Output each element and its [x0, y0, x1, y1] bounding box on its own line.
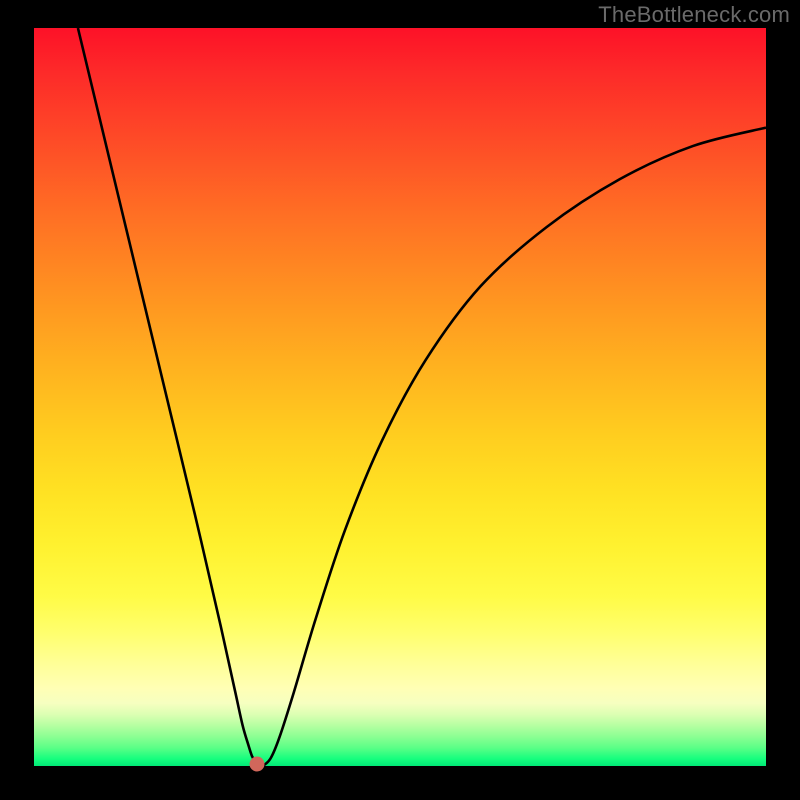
- curve-svg: [34, 28, 766, 766]
- curve-path: [78, 28, 766, 766]
- curve-minimum-marker: [250, 757, 265, 772]
- watermark-label: TheBottleneck.com: [598, 2, 790, 28]
- plot-area: [34, 28, 766, 766]
